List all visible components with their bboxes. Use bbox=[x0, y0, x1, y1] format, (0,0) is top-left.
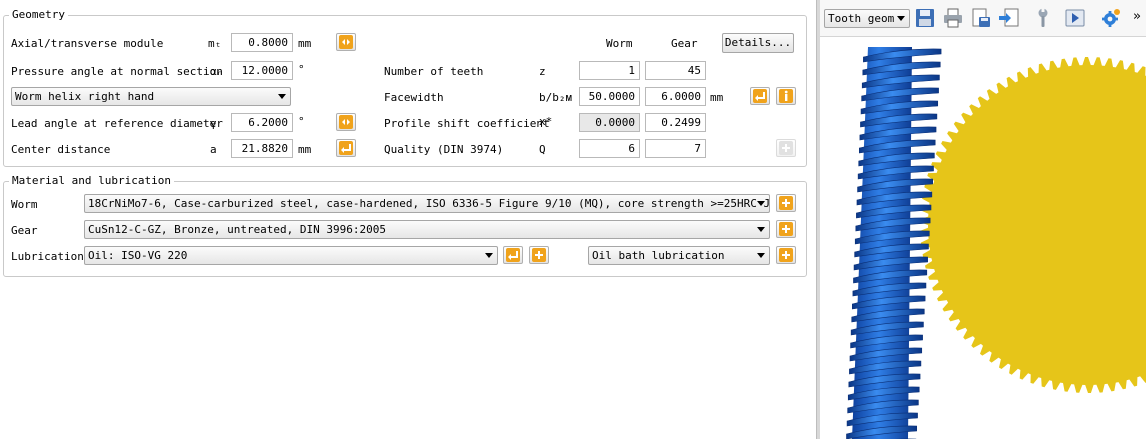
worm-material-select[interactable]: 18CrNiMo7-6, Case-carburized steel, case… bbox=[84, 194, 770, 213]
geometry-group-title: Geometry bbox=[9, 8, 68, 21]
material-group-title: Material and lubrication bbox=[9, 174, 174, 187]
view-select[interactable]: Tooth geom bbox=[824, 9, 910, 28]
lubrication-add-button[interactable] bbox=[529, 246, 549, 264]
worm-gear-illustration bbox=[846, 47, 1146, 439]
lubrication-type-select[interactable]: Oil bath lubrication bbox=[588, 246, 770, 265]
quality-worm-input[interactable]: 6 bbox=[579, 139, 640, 158]
lead-angle-input[interactable]: 6.2000 bbox=[231, 113, 293, 132]
module-label: Axial/transverse module bbox=[11, 37, 164, 50]
double-arrow-icon bbox=[339, 35, 353, 49]
teeth-gear-input[interactable]: 45 bbox=[645, 61, 706, 80]
helix-direction-value: Worm helix right hand bbox=[15, 90, 155, 103]
plus-icon bbox=[532, 248, 546, 262]
settings-wrench-icon[interactable] bbox=[1032, 7, 1054, 29]
module-convert-button[interactable] bbox=[336, 33, 356, 51]
lead-angle-convert-button[interactable] bbox=[336, 113, 356, 131]
gear-wheel-shape bbox=[920, 57, 1146, 393]
center-distance-unit: mm bbox=[298, 143, 312, 156]
gear-settings-icon[interactable] bbox=[1100, 7, 1122, 29]
helix-direction-select[interactable]: Worm helix right hand bbox=[11, 87, 291, 106]
details-button[interactable]: Details... bbox=[722, 33, 794, 53]
quality-gear-input[interactable]: 7 bbox=[645, 139, 706, 158]
quality-label: Quality (DIN 3974) bbox=[384, 143, 504, 156]
save-icon[interactable] bbox=[914, 7, 936, 29]
center-distance-input[interactable]: 21.8820 bbox=[231, 139, 293, 158]
lubrication-type-add-button[interactable] bbox=[776, 246, 796, 264]
pressure-angle-unit: ° bbox=[298, 63, 305, 76]
facewidth-info-button[interactable] bbox=[776, 87, 796, 105]
worm-material-add-button[interactable] bbox=[776, 194, 796, 212]
pressure-angle-input[interactable]: 12.0000 bbox=[231, 61, 293, 80]
graphics-toolbar: Tooth geom » bbox=[820, 0, 1146, 37]
chevron-down-icon bbox=[757, 253, 765, 258]
worm-material-label: Worm bbox=[11, 198, 38, 211]
lubrication-select[interactable]: Oil: ISO-VG 220 bbox=[84, 246, 498, 265]
lubrication-calc-button[interactable] bbox=[503, 246, 523, 264]
gear-3d-view[interactable] bbox=[820, 37, 1146, 439]
profile-shift-worm-input: 0.0000 bbox=[579, 113, 640, 132]
return-arrow-icon bbox=[753, 89, 767, 103]
center-distance-label: Center distance bbox=[11, 143, 111, 156]
chevron-down-icon bbox=[897, 16, 905, 21]
facewidth-gear-input[interactable]: 6.0000 bbox=[645, 87, 706, 106]
teeth-symbol: z bbox=[539, 65, 546, 78]
gear-material-label: Gear bbox=[11, 224, 38, 237]
worm-material-value: 18CrNiMo7-6, Case-carburized steel, case… bbox=[88, 197, 770, 210]
pressure-angle-symbol: αₙ bbox=[210, 65, 224, 78]
chevron-down-icon bbox=[278, 94, 286, 99]
facewidth-symbol: b/b₂ᴍ bbox=[539, 91, 573, 104]
column-header-gear: Gear bbox=[671, 37, 698, 50]
plus-icon bbox=[779, 222, 793, 236]
plus-icon bbox=[779, 141, 793, 155]
plus-icon bbox=[779, 248, 793, 262]
pressure-angle-label: Pressure angle at normal section bbox=[11, 65, 223, 78]
double-arrow-icon bbox=[339, 115, 353, 129]
quality-add-button[interactable] bbox=[776, 139, 796, 157]
facewidth-label: Facewidth bbox=[384, 91, 444, 104]
gear-material-select[interactable]: CuSn12-C-GZ, Bronze, untreated, DIN 3996… bbox=[84, 220, 770, 239]
toolbar-overflow-button[interactable]: » bbox=[1133, 10, 1141, 24]
chevron-down-icon bbox=[757, 201, 765, 206]
profile-shift-symbol: x* bbox=[539, 115, 553, 128]
chevron-down-icon bbox=[485, 253, 493, 258]
facewidth-worm-input[interactable]: 50.0000 bbox=[579, 87, 640, 106]
lubrication-label: Lubrication bbox=[11, 250, 84, 263]
facewidth-calc-button[interactable] bbox=[750, 87, 770, 105]
quality-symbol: Q bbox=[539, 143, 546, 156]
module-symbol: mₜ bbox=[208, 37, 222, 50]
profile-shift-label: Profile shift coefficient bbox=[384, 117, 550, 130]
print-icon[interactable] bbox=[942, 7, 964, 29]
return-arrow-icon bbox=[506, 248, 520, 262]
gear-material-add-button[interactable] bbox=[776, 220, 796, 238]
gear-body bbox=[920, 57, 1146, 393]
save-as-icon[interactable] bbox=[970, 7, 992, 29]
center-distance-calc-button[interactable] bbox=[336, 139, 356, 157]
lubrication-type-value: Oil bath lubrication bbox=[592, 249, 725, 262]
play-icon[interactable] bbox=[1064, 7, 1086, 29]
module-input[interactable]: 0.8000 bbox=[231, 33, 293, 52]
return-arrow-icon bbox=[339, 141, 353, 155]
plus-icon bbox=[779, 196, 793, 210]
lead-angle-unit: ° bbox=[298, 115, 305, 128]
column-header-worm: Worm bbox=[606, 37, 633, 50]
chevron-down-icon bbox=[757, 227, 765, 232]
view-select-value: Tooth geom bbox=[828, 12, 895, 25]
profile-shift-gear-input[interactable]: 0.2499 bbox=[645, 113, 706, 132]
lead-angle-label: Lead angle at reference diameter bbox=[11, 117, 223, 130]
teeth-worm-input[interactable]: 1 bbox=[579, 61, 640, 80]
facewidth-unit: mm bbox=[710, 91, 724, 104]
gear-material-value: CuSn12-C-GZ, Bronze, untreated, DIN 3996… bbox=[88, 223, 387, 236]
info-icon bbox=[779, 89, 793, 103]
lubrication-value: Oil: ISO-VG 220 bbox=[88, 249, 188, 262]
teeth-label: Number of teeth bbox=[384, 65, 484, 78]
export-icon[interactable] bbox=[998, 7, 1020, 29]
lead-angle-symbol: γ bbox=[210, 117, 217, 130]
module-unit: mm bbox=[298, 37, 312, 50]
center-distance-symbol: a bbox=[210, 143, 217, 156]
